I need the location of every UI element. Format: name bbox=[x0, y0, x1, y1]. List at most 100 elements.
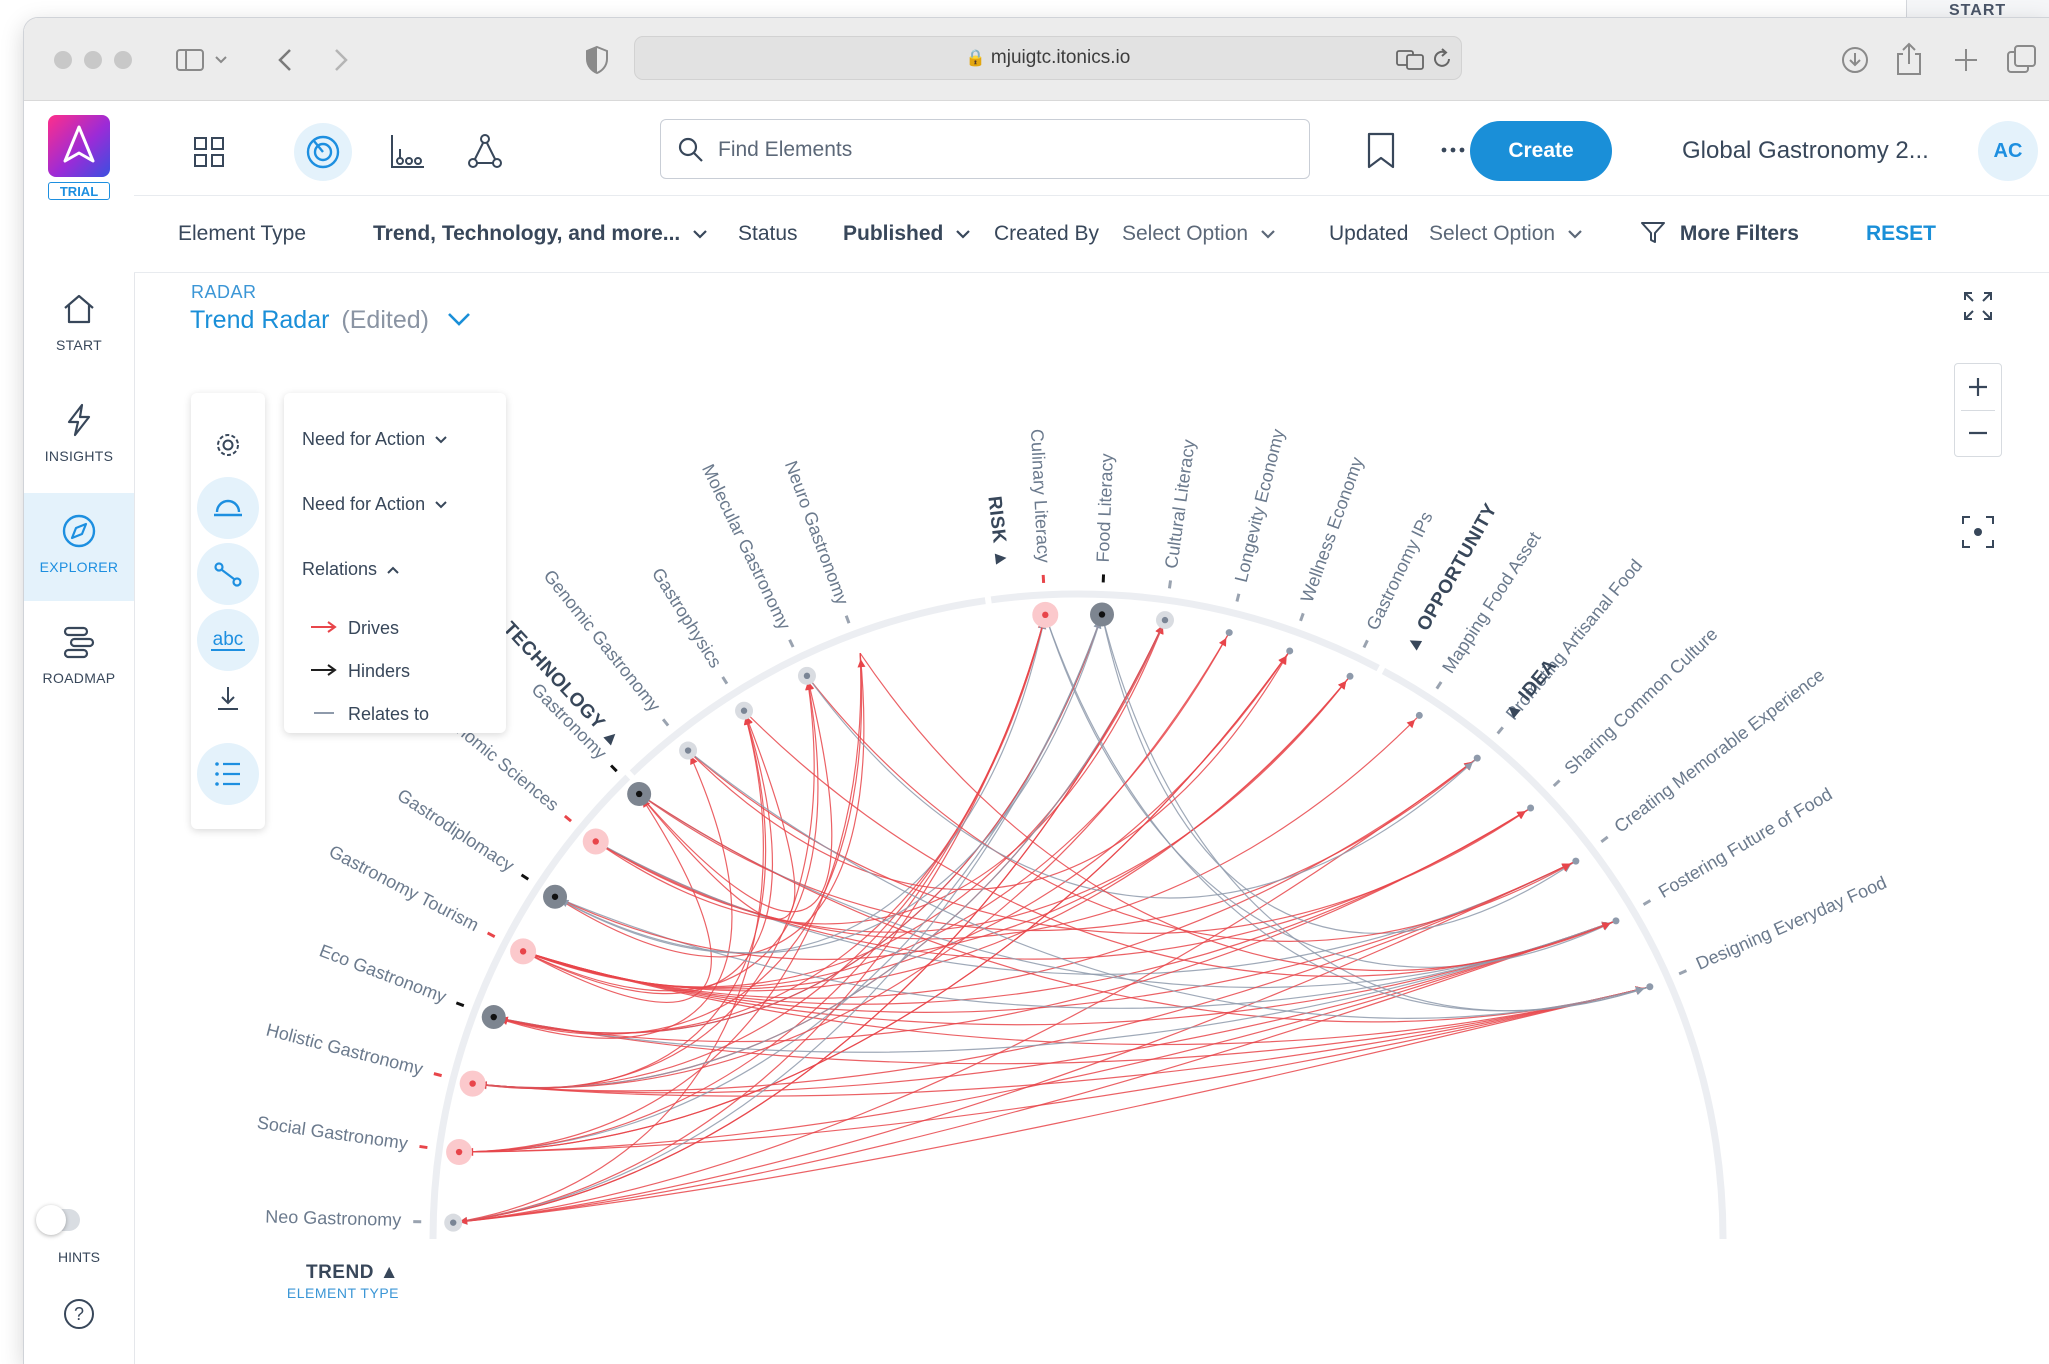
node-dot bbox=[1042, 611, 1049, 619]
radar-node[interactable] bbox=[582, 828, 609, 855]
relation-line bbox=[595, 675, 1351, 933]
relations-button[interactable] bbox=[197, 543, 259, 605]
radar-node[interactable] bbox=[1646, 983, 1654, 991]
node-dot bbox=[1346, 672, 1354, 680]
nodes-layer bbox=[444, 601, 1654, 1232]
node-tick bbox=[1299, 612, 1305, 622]
radar-node[interactable] bbox=[679, 741, 698, 760]
element-label[interactable]: Neuro Gastronomy bbox=[781, 458, 853, 607]
node-dot bbox=[592, 838, 599, 845]
relation-arrowhead bbox=[857, 659, 866, 668]
element-label[interactable]: Gastrodiplomacy bbox=[394, 785, 518, 876]
relations-label: Relations bbox=[302, 559, 378, 579]
element-label[interactable]: Longevity Economy bbox=[1231, 427, 1288, 584]
sector-divider bbox=[984, 591, 993, 609]
node-dot bbox=[1527, 804, 1535, 812]
node-dot bbox=[450, 1219, 457, 1226]
chevron-down-icon bbox=[435, 501, 447, 509]
radar-node[interactable] bbox=[1346, 672, 1354, 680]
node-dot bbox=[740, 707, 748, 714]
radar-node[interactable] bbox=[1089, 602, 1114, 627]
labels-button[interactable]: abc bbox=[197, 609, 259, 671]
node-dot bbox=[519, 948, 527, 955]
radar-node[interactable] bbox=[1612, 917, 1620, 925]
view-mode-button[interactable] bbox=[197, 477, 259, 539]
browser-window: 🔒 mjuigtc.itonics.io TRIAL START INSIGHT… bbox=[24, 18, 2049, 1364]
radar-node[interactable] bbox=[459, 1070, 486, 1097]
radar-node[interactable] bbox=[446, 1139, 473, 1166]
radar-node[interactable] bbox=[1286, 647, 1294, 655]
zoom-in-icon[interactable] bbox=[1955, 364, 2001, 410]
relations-icon bbox=[214, 562, 242, 587]
zoom-out-icon[interactable] bbox=[1955, 410, 2001, 456]
element-type-caption: ELEMENT TYPE bbox=[287, 1285, 399, 1301]
node-dot bbox=[551, 893, 559, 900]
list-button[interactable] bbox=[197, 743, 259, 805]
element-label[interactable]: Social Gastronomy bbox=[256, 1112, 409, 1153]
node-dot bbox=[1225, 629, 1233, 637]
node-dot bbox=[1161, 616, 1169, 624]
legend-relates-label: Relates to bbox=[348, 704, 430, 724]
node-tick bbox=[788, 639, 795, 648]
radar-node[interactable] bbox=[1032, 601, 1059, 628]
fullscreen-icon[interactable] bbox=[1962, 290, 1994, 322]
node-dot bbox=[1572, 857, 1580, 865]
radar-node[interactable] bbox=[1415, 711, 1423, 719]
node-tick bbox=[1600, 835, 1609, 843]
relations-toggle[interactable]: Relations bbox=[302, 559, 400, 580]
node-dot bbox=[1415, 711, 1423, 719]
sector-label: RISK ▲ bbox=[983, 495, 1012, 569]
radar-node[interactable] bbox=[444, 1213, 463, 1232]
node-tick bbox=[455, 1001, 465, 1008]
node-dot bbox=[803, 672, 811, 680]
element-label[interactable]: Cultural Literacy bbox=[1161, 438, 1199, 570]
radar-node[interactable] bbox=[1155, 611, 1174, 630]
node-dot bbox=[490, 1013, 497, 1021]
radar-node[interactable] bbox=[735, 701, 754, 720]
sector-label: ▲ IDEA bbox=[1499, 655, 1561, 724]
element-label[interactable]: Culinary Literacy bbox=[1027, 428, 1054, 563]
color-by-dropdown[interactable]: Need for Action bbox=[302, 494, 448, 515]
radar-node[interactable] bbox=[797, 666, 816, 685]
settings-gear-icon[interactable] bbox=[213, 430, 243, 460]
element-label[interactable]: Designing Everyday Food bbox=[1693, 872, 1890, 973]
relation-arrowhead bbox=[1635, 986, 1645, 995]
node-dot bbox=[684, 747, 692, 754]
node-tick bbox=[1167, 580, 1173, 589]
radar-node[interactable] bbox=[510, 938, 537, 965]
element-label[interactable]: Molecular Gastronomy bbox=[698, 461, 795, 633]
radar-node[interactable] bbox=[543, 884, 568, 909]
focus-center-icon[interactable] bbox=[1961, 515, 1995, 549]
element-label[interactable]: Gastrophysics bbox=[648, 564, 726, 671]
relation-line bbox=[459, 986, 1650, 1153]
element-label[interactable]: Gastronomy Tourism bbox=[326, 841, 482, 935]
radar-node[interactable] bbox=[1473, 754, 1481, 762]
element-label[interactable]: Eco Gastronomy bbox=[317, 940, 449, 1006]
drives-arrow-icon bbox=[311, 621, 337, 633]
element-label[interactable]: Wellness Economy bbox=[1297, 455, 1368, 605]
list-icon bbox=[215, 762, 240, 786]
svg-text:abc: abc bbox=[213, 629, 244, 650]
chevron-down-icon bbox=[435, 436, 447, 444]
color-by-label: Need for Action bbox=[302, 494, 426, 514]
element-label[interactable]: Fostering Future of Food bbox=[1655, 784, 1836, 902]
radar-controls: abc bbox=[191, 393, 265, 829]
element-label[interactable]: Holistic Gastronomy bbox=[264, 1020, 425, 1079]
download-icon[interactable] bbox=[213, 683, 243, 713]
radar-node[interactable] bbox=[1572, 857, 1580, 865]
hinders-arrow-icon bbox=[311, 664, 337, 676]
radar-node[interactable] bbox=[1225, 629, 1233, 637]
relation-line bbox=[859, 652, 1617, 972]
legend-drives: Drives bbox=[310, 618, 399, 639]
node-tick bbox=[563, 814, 572, 823]
node-tick bbox=[610, 764, 618, 773]
element-label[interactable]: Neo Gastronomy bbox=[265, 1206, 402, 1230]
radar-node[interactable] bbox=[481, 1005, 506, 1030]
labels-abc-icon: abc bbox=[211, 629, 245, 651]
radar-node[interactable] bbox=[1527, 804, 1535, 812]
node-tick bbox=[419, 1144, 428, 1150]
node-tick bbox=[1678, 969, 1688, 976]
radar-node[interactable] bbox=[627, 781, 652, 806]
element-label[interactable]: Food Literacy bbox=[1093, 453, 1117, 563]
size-by-dropdown[interactable]: Need for Action bbox=[302, 429, 448, 450]
